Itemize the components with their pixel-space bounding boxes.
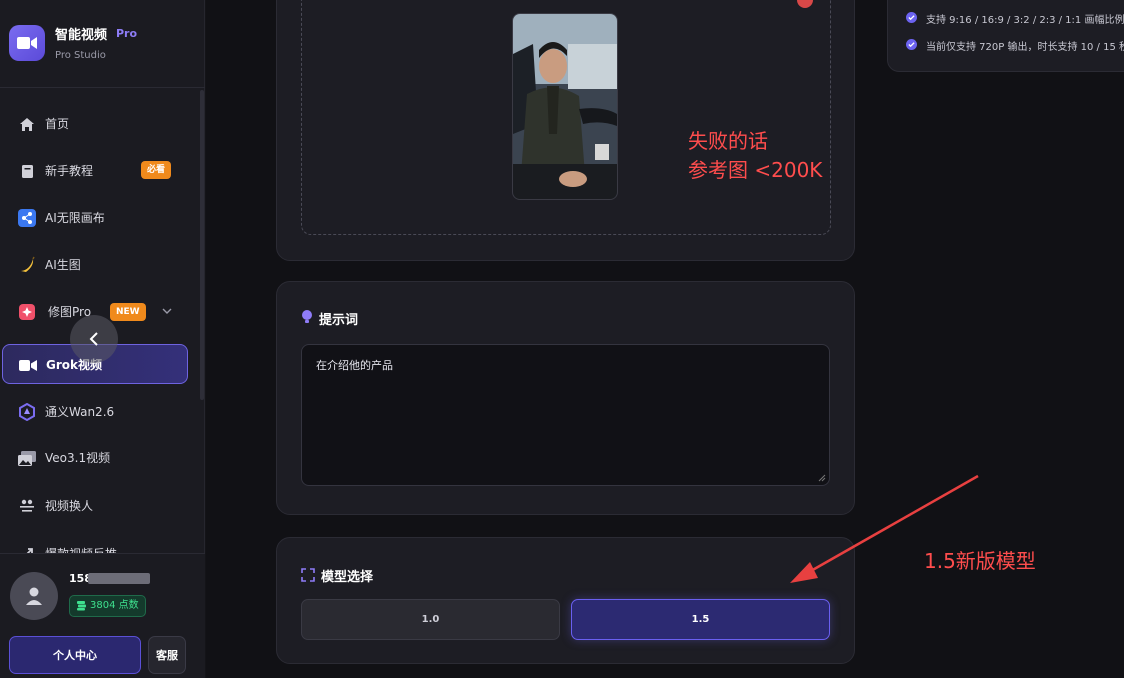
brand-name: 智能视频 [55, 28, 108, 43]
sidebar-item-label: 新手教程 [45, 163, 94, 178]
sidebar-item-ai-canvas[interactable]: AI无限画布 [2, 197, 188, 237]
avatar[interactable] [10, 572, 58, 620]
canvas-icon [18, 209, 36, 227]
upload-annotation: 失败的话 参考图 <200K [688, 127, 822, 185]
upload-annotation-line1: 失败的话 [688, 129, 768, 153]
points-value: 3804 点数 [90, 600, 139, 611]
info-line-text: 支持 9:16 / 16:9 / 3:2 / 2:3 / 1:1 画幅比例 [926, 15, 1124, 26]
prompt-card: 提示词 在介绍他的产品 [276, 281, 855, 515]
images-icon [18, 449, 36, 467]
home-icon [18, 115, 36, 133]
swap-person-icon [18, 497, 36, 515]
app-logo [9, 25, 45, 61]
collapse-sidebar-button[interactable] [70, 315, 118, 363]
sidebar-item-label: AI生图 [45, 257, 81, 272]
sidebar-item-ai-image[interactable]: AI生图 [2, 244, 188, 284]
chevron-down-icon[interactable] [162, 308, 172, 314]
info-line-text: 当前仅支持 720P 输出，时长支持 10 / 15 秒 [926, 42, 1124, 53]
user-panel: 158 3804 点数 个人中心 客服 [0, 553, 205, 678]
must-read-badge: 必看 [141, 161, 172, 179]
sidebar-item-label: 爆款视频反推 [45, 545, 117, 553]
model-option-1-0[interactable]: 1.0 [301, 599, 560, 640]
sidebar-item-tutorial[interactable]: 新手教程 必看 [2, 150, 188, 190]
app-root: 失败的话 参考图 <200K 支持 9:16 / 16:9 / 3:2 / 2:… [0, 0, 1124, 678]
focus-frame-icon [301, 568, 315, 582]
brand-subtitle: Pro Studio [55, 50, 106, 61]
video-camera-icon [17, 37, 37, 49]
check-icon [906, 39, 917, 50]
sidebar-item-home[interactable]: 首页 [2, 103, 188, 143]
brand-header: 智能视频 Pro Pro Studio [0, 0, 205, 88]
model-option-1-5[interactable]: 1.5 [571, 599, 830, 640]
check-icon [906, 12, 917, 23]
sidebar-item-label: AI无限画布 [45, 210, 105, 225]
prompt-input-value: 在介绍他的产品 [316, 359, 393, 372]
reference-image-preview[interactable] [512, 13, 618, 200]
user-icon [26, 587, 42, 605]
points-badge: 3804 点数 [69, 595, 146, 617]
prompt-title: 提示词 [319, 313, 359, 328]
new-badge: NEW [110, 303, 146, 321]
wan-icon [18, 403, 36, 421]
brand-pro-tag: Pro [116, 27, 138, 40]
video-spec-info-panel: 支持 9:16 / 16:9 / 3:2 / 2:3 / 1:1 画幅比例 当前… [887, 0, 1124, 72]
upload-annotation-line2: 参考图 <200K [688, 158, 823, 182]
chevron-left-icon [89, 332, 98, 346]
sidebar-item-label: 首页 [45, 116, 70, 131]
sidebar-item-reverse[interactable]: 爆款视频反推 [2, 533, 188, 553]
profile-center-button[interactable]: 个人中心 [9, 636, 141, 674]
sidebar-item-label: Veo3.1视频 [45, 450, 111, 465]
customer-service-button[interactable]: 客服 [148, 636, 186, 674]
user-id-masked [88, 573, 150, 584]
sidebar-scrollbar[interactable] [200, 90, 204, 400]
sidebar-item-veo[interactable]: Veo3.1视频 [2, 437, 188, 477]
sidebar-item-face-swap[interactable]: 视频换人 [2, 485, 188, 525]
coin-stack-icon [77, 601, 86, 611]
banana-icon [18, 256, 36, 274]
sidebar-item-label: 通义Wan2.6 [45, 404, 115, 419]
retouch-icon [18, 303, 36, 321]
model-select-card: 模型选择 1.0 1.5 [276, 537, 855, 664]
video-icon [19, 356, 37, 374]
reverse-icon [18, 545, 36, 553]
prompt-input[interactable]: 在介绍他的产品 [301, 344, 830, 486]
sidebar-item-label: 视频换人 [45, 498, 94, 513]
book-icon [18, 162, 36, 180]
lightbulb-icon [302, 310, 312, 323]
model-select-title: 模型选择 [321, 570, 374, 585]
sidebar-item-wan[interactable]: 通义Wan2.6 [2, 391, 188, 431]
model-annotation: 1.5新版模型 [924, 549, 1036, 573]
